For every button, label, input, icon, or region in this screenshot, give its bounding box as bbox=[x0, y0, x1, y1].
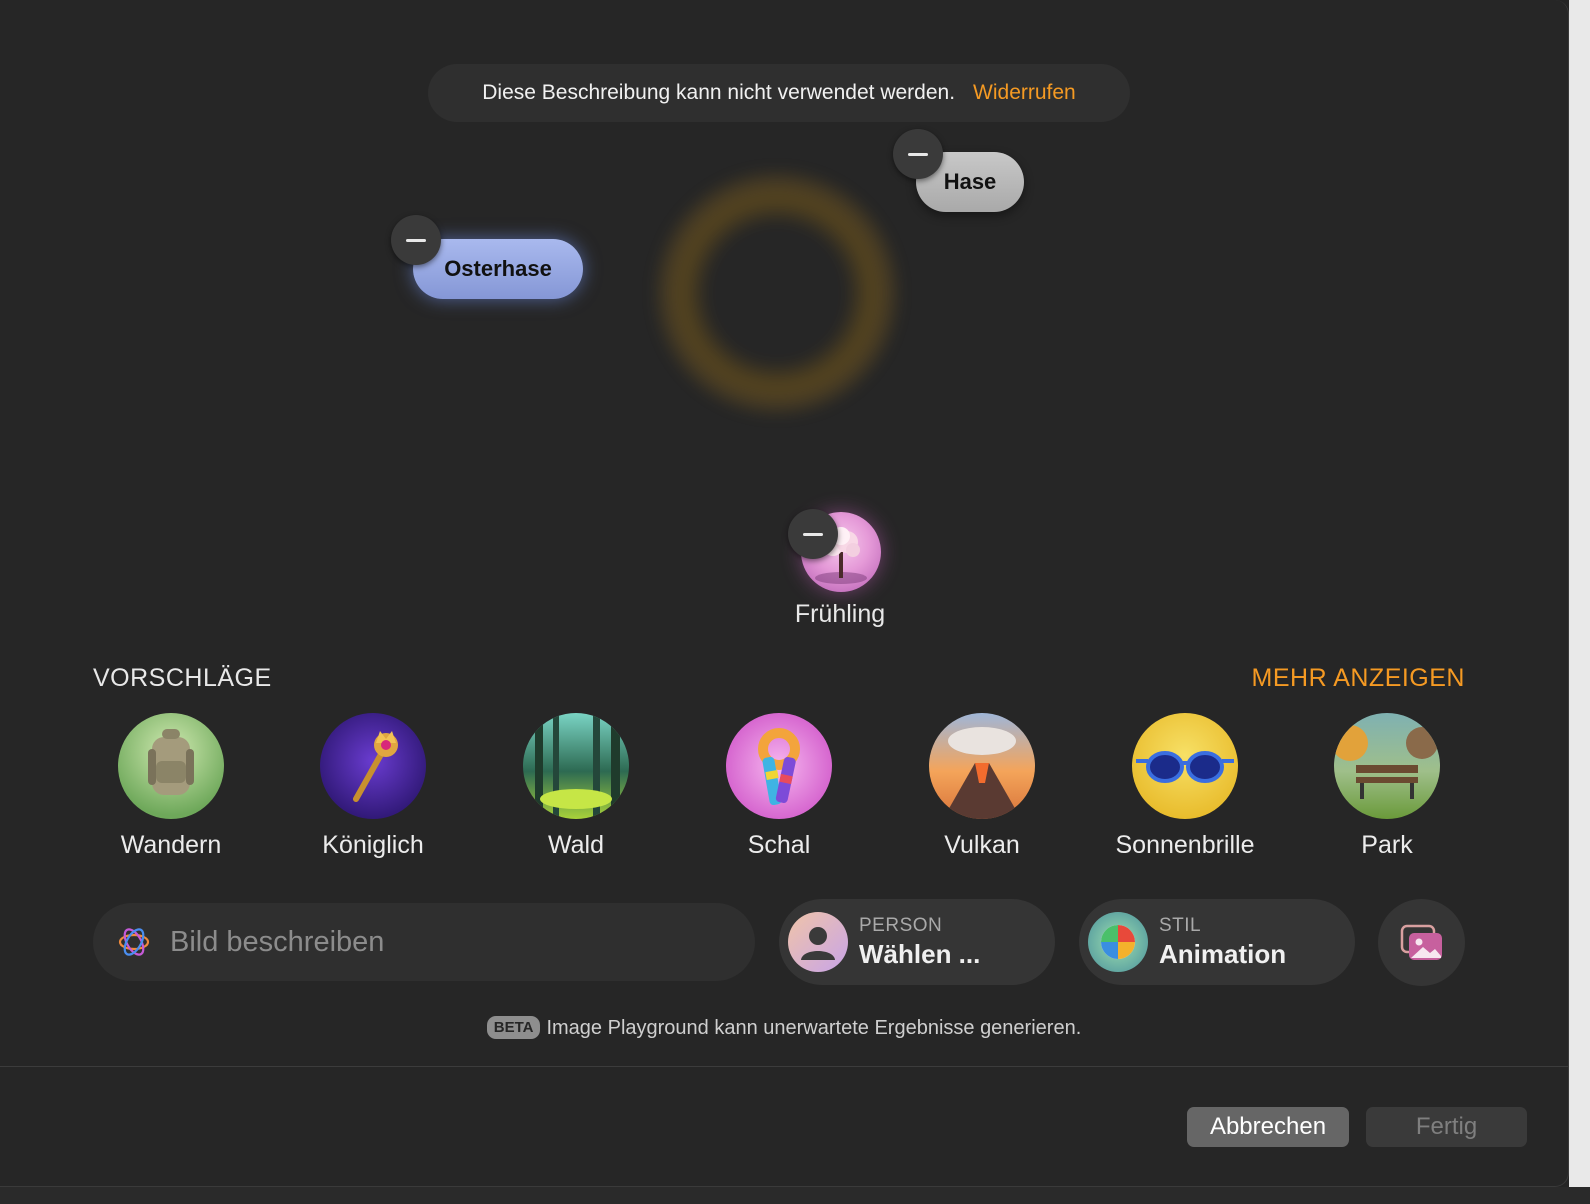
suggestion-label: Vulkan bbox=[944, 831, 1020, 859]
suggestion-koeniglich[interactable]: Königlich bbox=[288, 713, 458, 860]
suggestion-label: Königlich bbox=[322, 831, 424, 859]
suggestion-vulkan[interactable]: Vulkan bbox=[897, 713, 1067, 860]
minus-icon bbox=[803, 532, 823, 536]
suggestion-label: Wald bbox=[547, 831, 605, 859]
forest-icon bbox=[523, 713, 629, 819]
notice-toast: Diese Beschreibung kann nicht verwendet … bbox=[428, 64, 1130, 122]
person-avatar-icon bbox=[788, 912, 848, 972]
suggestion-sonnenbrille[interactable]: Sonnenbrille bbox=[1100, 713, 1270, 860]
suggestion-label: Sonnenbrille bbox=[1115, 831, 1255, 859]
cancel-button[interactable]: Abbrechen bbox=[1187, 1107, 1349, 1147]
remove-osterhase-button[interactable] bbox=[391, 215, 441, 265]
describe-input[interactable] bbox=[168, 924, 732, 960]
toast-message: Diese Beschreibung kann nicht verwendet … bbox=[482, 81, 956, 104]
beta-notice-text: Image Playground kann unerwartete Ergebn… bbox=[546, 1017, 1082, 1039]
generation-glow bbox=[652, 168, 902, 418]
background-strip-bottom bbox=[0, 1187, 1590, 1204]
concept-label: Osterhase bbox=[444, 256, 552, 281]
minus-icon bbox=[406, 238, 426, 242]
suggestion-park[interactable]: Park bbox=[1302, 713, 1472, 860]
style-value: Animation bbox=[1159, 938, 1287, 969]
remove-hase-button[interactable] bbox=[893, 129, 943, 179]
footer-divider bbox=[0, 1066, 1568, 1067]
suggestion-wald[interactable]: Wald bbox=[491, 713, 661, 860]
done-button[interactable]: Fertig bbox=[1366, 1107, 1527, 1147]
suggestion-label: Schal bbox=[747, 831, 811, 859]
undo-link[interactable]: Widerrufen bbox=[973, 81, 1076, 105]
sunglasses-icon bbox=[1132, 713, 1238, 819]
minus-icon bbox=[908, 152, 928, 156]
add-image-button[interactable] bbox=[1378, 899, 1465, 986]
scarf-icon bbox=[726, 713, 832, 819]
remove-fruehling-button[interactable] bbox=[788, 509, 838, 559]
concept-label: Hase bbox=[943, 169, 997, 194]
person-label: PERSON bbox=[859, 914, 943, 936]
suggestion-wandern[interactable]: Wandern bbox=[86, 713, 256, 860]
image-playground-icon bbox=[118, 928, 150, 956]
show-more-link[interactable]: MEHR ANZEIGEN bbox=[1240, 664, 1465, 693]
volcano-icon bbox=[929, 713, 1035, 819]
background-strip-right bbox=[1569, 0, 1590, 1204]
scepter-icon bbox=[320, 713, 426, 819]
photo-library-icon bbox=[1400, 924, 1442, 960]
beta-notice: BETA Image Playground kann unerwartete Er… bbox=[0, 1016, 1568, 1040]
image-playground-window: Diese Beschreibung kann nicht verwendet … bbox=[0, 0, 1569, 1187]
beta-badge: BETA bbox=[486, 1016, 541, 1039]
backpack-icon bbox=[118, 713, 224, 819]
suggestions-title: VORSCHLÄGE bbox=[93, 664, 272, 692]
style-label: STIL bbox=[1159, 914, 1202, 936]
suggestion-label: Park bbox=[1361, 831, 1413, 859]
suggestion-schal[interactable]: Schal bbox=[694, 713, 864, 860]
beach-ball-icon bbox=[1088, 912, 1148, 972]
describe-field[interactable] bbox=[93, 903, 755, 981]
person-picker[interactable]: PERSON Wählen ... bbox=[779, 899, 1055, 985]
suggestion-label: Wandern bbox=[120, 831, 222, 859]
style-picker[interactable]: STIL Animation bbox=[1079, 899, 1355, 985]
fruehling-label: Frühling bbox=[794, 600, 886, 628]
person-value: Wählen ... bbox=[859, 938, 981, 969]
park-bench-icon bbox=[1334, 713, 1440, 819]
